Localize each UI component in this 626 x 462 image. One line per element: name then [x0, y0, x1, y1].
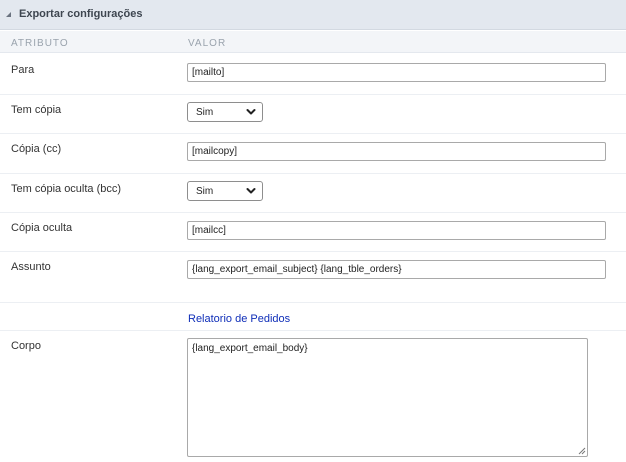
corpo-label: Corpo: [11, 340, 41, 352]
collapse-triangle-icon[interactable]: [6, 12, 11, 17]
corpo-textarea[interactable]: {lang_export_email_body}: [187, 338, 588, 457]
resize-grip-icon[interactable]: [577, 446, 586, 455]
row-corpo: Corpo {lang_export_email_body}: [0, 331, 626, 462]
assunto-label: Assunto: [11, 261, 51, 273]
corpo-textarea-value: {lang_export_email_body}: [192, 343, 308, 354]
tem-copia-oculta-selected-value: Sim: [196, 186, 214, 197]
column-header-value: VALOR: [188, 38, 227, 49]
chevron-down-icon: [246, 109, 256, 115]
tem-copia-label: Tem cópia: [11, 104, 62, 116]
copia-oculta-input[interactable]: [187, 221, 606, 240]
row-tem-copia-oculta: Tem cópia oculta (bcc) Sim: [0, 174, 626, 213]
column-header-attribute: ATRIBUTO: [11, 38, 69, 49]
tem-copia-oculta-select[interactable]: Sim: [187, 181, 263, 201]
panel-header[interactable]: Exportar configurações: [0, 0, 626, 30]
para-input[interactable]: [187, 63, 606, 82]
assunto-input[interactable]: [187, 260, 606, 279]
row-copia-oculta: Cópia oculta: [0, 213, 626, 252]
row-copia-cc: Cópia (cc): [0, 134, 626, 174]
panel-title: Exportar configurações: [19, 8, 143, 20]
tem-copia-select[interactable]: Sim: [187, 102, 263, 122]
copia-cc-label: Cópia (cc): [11, 143, 62, 155]
para-label: Para: [11, 64, 35, 76]
tem-copia-oculta-label: Tem cópia oculta (bcc): [11, 183, 122, 195]
copia-oculta-label: Cópia oculta: [11, 222, 73, 234]
row-assunto: Assunto: [0, 252, 626, 303]
copia-cc-input[interactable]: [187, 142, 606, 161]
relatorio-pedidos-link[interactable]: Relatorio de Pedidos: [188, 313, 290, 325]
export-settings-panel: Exportar configurações ATRIBUTO VALOR Pa…: [0, 0, 626, 462]
row-link: Relatorio de Pedidos: [0, 303, 626, 331]
row-para: Para: [0, 55, 626, 95]
chevron-down-icon: [246, 188, 256, 194]
tem-copia-selected-value: Sim: [196, 107, 214, 118]
column-header-row: ATRIBUTO VALOR: [0, 31, 626, 53]
row-tem-copia: Tem cópia Sim: [0, 95, 626, 134]
